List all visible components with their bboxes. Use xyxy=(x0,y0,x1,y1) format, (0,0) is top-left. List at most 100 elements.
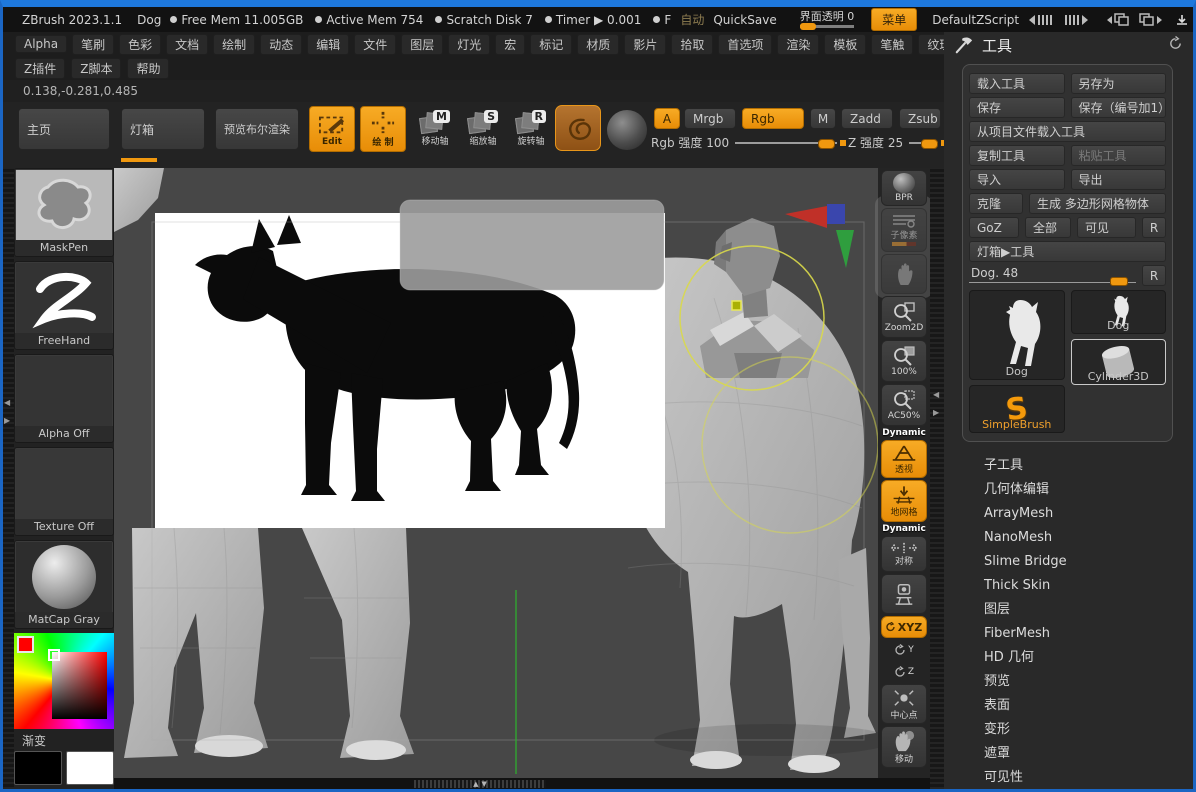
actual-size-button[interactable]: 100% xyxy=(881,340,927,382)
current-texture-tile[interactable]: Texture Off xyxy=(14,447,114,536)
current-alpha-tile[interactable]: Alpha Off xyxy=(14,354,114,443)
auto-toggle[interactable]: 自动 xyxy=(680,11,704,28)
menu-item[interactable]: 编辑 xyxy=(307,34,349,55)
gyro-axis-button[interactable]: S 缩放轴 xyxy=(461,110,505,147)
save-as-button[interactable]: 另存为 xyxy=(1071,73,1167,94)
subpixel-slider[interactable] xyxy=(892,242,916,246)
subpixel-button[interactable]: 子像素 xyxy=(881,208,927,252)
scroll-button[interactable] xyxy=(881,254,927,294)
tray-resize-handle[interactable]: ▲ ▼ xyxy=(414,780,546,788)
menu-item[interactable]: 宏 xyxy=(495,34,525,55)
menu-item[interactable]: 拾取 xyxy=(671,34,713,55)
move-canvas-button[interactable]: 移动 xyxy=(881,726,927,768)
menu-item[interactable]: 动态 xyxy=(260,34,302,55)
tool-palette-header[interactable]: 工具 xyxy=(944,32,1193,58)
mode-zadd-button[interactable]: Zadd xyxy=(841,108,893,129)
load-from-project-button[interactable]: 从项目文件载入工具 xyxy=(969,121,1166,142)
active-tool-thumbnail[interactable]: Dog xyxy=(969,290,1065,380)
zscript-rewind-icon[interactable] xyxy=(1028,14,1054,26)
lightbox-indicator[interactable] xyxy=(121,158,157,162)
menu-item[interactable]: 材质 xyxy=(577,34,619,55)
ui-transparency-thumb[interactable] xyxy=(800,23,816,30)
tray-down-arrow-icon[interactable]: ▼ xyxy=(482,780,487,788)
copy-tool-button[interactable]: 复制工具 xyxy=(969,145,1065,166)
symmetry-button[interactable]: 对称 xyxy=(881,536,927,572)
axis-gizmo[interactable] xyxy=(785,204,854,268)
divider-left-arrow-icon[interactable]: ◀ xyxy=(933,390,939,399)
menu-button[interactable]: 菜单 xyxy=(871,8,917,31)
clone-button[interactable]: 克隆 xyxy=(969,193,1023,214)
cylinder3d-thumbnail[interactable]: Cylinder3D xyxy=(1071,339,1167,385)
home-button[interactable]: 主页 xyxy=(18,108,110,150)
secondary-color-swatch[interactable] xyxy=(66,751,114,785)
divider-right-arrow-icon[interactable]: ▶ xyxy=(4,416,10,425)
perspective-button[interactable]: 透视 xyxy=(881,440,927,478)
zoom2d-button[interactable]: Zoom2D xyxy=(881,296,927,338)
canvas-viewport[interactable] xyxy=(114,168,878,778)
tool-section-header[interactable]: 子工具 xyxy=(984,454,1193,478)
menu-item[interactable]: 色彩 xyxy=(119,34,161,55)
menu-item[interactable]: 绘制 xyxy=(213,34,255,55)
recent-tool-thumbnail[interactable]: Dog xyxy=(1071,290,1167,334)
minimize-button[interactable] xyxy=(1172,12,1192,28)
local-symmetry-button[interactable] xyxy=(881,574,927,614)
goz-all-button[interactable]: 全部 xyxy=(1025,217,1071,238)
ac50-button[interactable]: AC50% xyxy=(881,384,927,426)
alpha-selector[interactable] xyxy=(607,110,647,150)
mode-mrgb-button[interactable]: Mrgb xyxy=(684,108,736,129)
rgb-intensity-slider[interactable]: Rgb 强度 100 xyxy=(651,134,837,151)
zscript-play-icon[interactable] xyxy=(1063,14,1089,26)
load-tool-button[interactable]: 载入工具 xyxy=(969,73,1065,94)
current-brush-tile[interactable]: MaskPen xyxy=(14,168,114,257)
z-intensity-track[interactable] xyxy=(909,142,938,144)
plugin-menu-item[interactable]: Z脚本 xyxy=(71,58,121,79)
color-picker[interactable] xyxy=(14,633,114,729)
menu-item[interactable]: 影片 xyxy=(624,34,666,55)
menu-item[interactable]: 文件 xyxy=(354,34,396,55)
mode-m-button[interactable]: M xyxy=(810,108,836,129)
center-point-button[interactable]: 中心点 xyxy=(881,684,927,724)
ui-transparency-track[interactable] xyxy=(800,25,855,28)
color-picker-marker[interactable] xyxy=(48,649,60,661)
left-tray-divider[interactable]: ◀ ▶ xyxy=(3,168,14,789)
make-polymesh-button[interactable]: 生成 多边形网格物体 xyxy=(1029,193,1166,214)
tool-section-header[interactable]: ArrayMesh xyxy=(984,502,1193,526)
z-intensity-slider[interactable]: Z 强度 25 xyxy=(848,134,938,151)
save-numbered-button[interactable]: 保存（编号加1） xyxy=(1071,97,1167,118)
menu-item[interactable]: Alpha xyxy=(15,35,67,53)
redo-history-icon[interactable] xyxy=(1139,13,1163,26)
plugin-menu-item[interactable]: 帮助 xyxy=(127,58,169,79)
rotate-z-button[interactable]: Z xyxy=(881,662,927,682)
lightbox-tool-button[interactable]: 灯箱▶工具 xyxy=(969,241,1166,262)
gyro-axis-button[interactable]: R 旋转轴 xyxy=(509,110,553,147)
bpr-button[interactable]: BPR xyxy=(881,170,927,206)
mode-zsub-button[interactable]: Zsub xyxy=(899,108,941,129)
menu-item[interactable]: 标记 xyxy=(530,34,572,55)
menu-item[interactable]: 文档 xyxy=(166,34,208,55)
divider-right-arrow-icon[interactable]: ▶ xyxy=(933,408,939,417)
draw-button[interactable]: 绘 制 xyxy=(360,106,406,152)
paste-tool-button[interactable]: 粘贴工具 xyxy=(1071,145,1167,166)
goz-r-button[interactable]: R xyxy=(1142,217,1166,238)
tray-up-arrow-icon[interactable]: ▲ xyxy=(473,780,478,788)
tool-section-header[interactable]: Slime Bridge xyxy=(984,550,1193,574)
simplebrush-thumbnail[interactable]: S SimpleBrush xyxy=(969,385,1065,433)
tool-section-header[interactable]: Thick Skin xyxy=(984,574,1193,598)
preview-boolean-button[interactable]: 预览布尔渲染 xyxy=(215,108,299,150)
menu-item[interactable]: 模板 xyxy=(824,34,866,55)
rgb-intensity-track[interactable] xyxy=(735,142,837,144)
quicksave-button[interactable]: QuickSave xyxy=(713,13,776,27)
import-button[interactable]: 导入 xyxy=(969,169,1065,190)
tool-slider[interactable]: Dog. 48 xyxy=(969,265,1136,286)
right-tray-divider[interactable]: ◀ ▶ xyxy=(930,168,944,789)
tool-section-header[interactable]: 变形 xyxy=(984,718,1193,742)
divider-left-arrow-icon[interactable]: ◀ xyxy=(4,398,10,407)
undo-history-icon[interactable] xyxy=(1106,13,1130,26)
tool-section-header[interactable]: 遮罩 xyxy=(984,742,1193,766)
current-material-tile[interactable]: MatCap Gray xyxy=(14,540,114,629)
tool-section-header[interactable]: 几何体编辑 xyxy=(984,478,1193,502)
current-stroke-tile[interactable]: FreeHand xyxy=(14,261,114,350)
rgb-intensity-thumb[interactable] xyxy=(818,139,835,149)
stroke-type-button[interactable] xyxy=(555,105,601,151)
menu-item[interactable]: 首选项 xyxy=(718,34,772,55)
